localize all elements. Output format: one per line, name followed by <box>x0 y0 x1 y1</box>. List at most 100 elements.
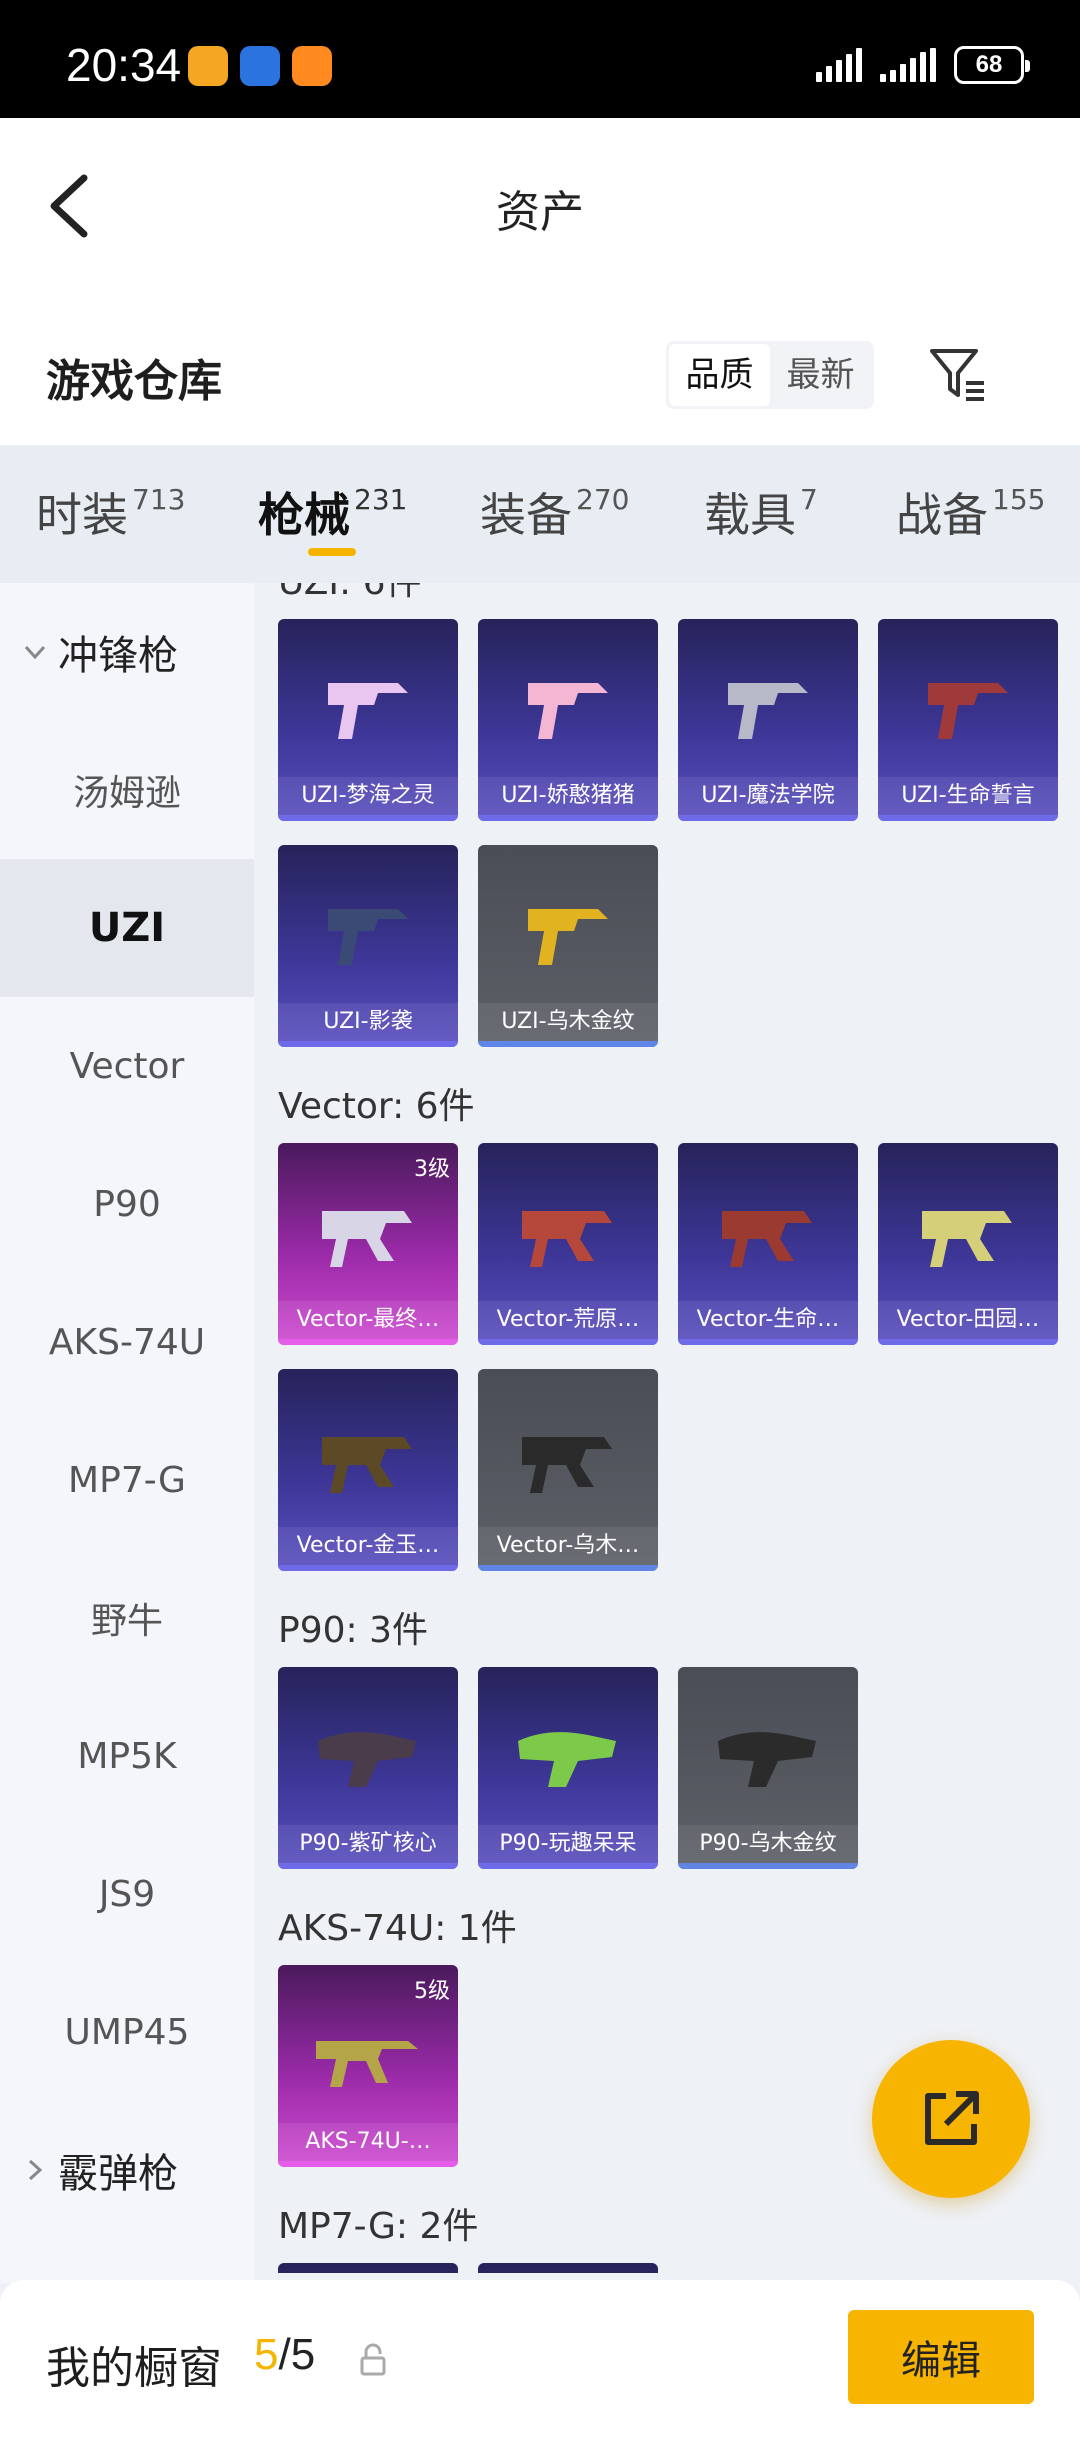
notification-app-icon <box>292 46 332 86</box>
smg-icon <box>328 683 408 739</box>
smg-icon <box>522 1211 612 1267</box>
notification-app-icon <box>240 46 280 86</box>
smg-icon <box>528 909 608 965</box>
section-label-vector: Vector: 6件 <box>278 1086 475 1127</box>
notification-app-icon <box>188 46 228 86</box>
weapon-card[interactable]: Vector-金玉… <box>278 1369 458 1571</box>
weapon-type-sidebar: 冲锋枪 汤姆逊 UZI Vector P90 AKS-74U MP7-G 野牛 … <box>0 583 254 2283</box>
sidebar-item-vector[interactable]: Vector <box>0 997 254 1135</box>
weapon-card[interactable] <box>478 2263 658 2273</box>
rifle-icon <box>316 2041 418 2087</box>
smg-icon <box>328 909 408 965</box>
weapon-name: UZI-影袭 <box>278 1003 458 1041</box>
chevron-right-icon <box>28 2159 43 2181</box>
signal-icon <box>816 48 862 82</box>
weapon-name: P90-紫矿核心 <box>278 1825 458 1863</box>
smg-icon <box>718 1732 816 1787</box>
tab-vehicles[interactable]: 载具 7 <box>704 479 818 545</box>
chevron-down-icon <box>24 645 46 660</box>
status-app-icons <box>188 46 332 86</box>
battery-icon: 68 <box>954 46 1030 84</box>
weapon-card[interactable]: 3级 Vector-最终… <box>278 1143 458 1345</box>
weapon-name: UZI-魔法学院 <box>678 777 858 815</box>
weapon-name: P90-玩趣呆呆 <box>478 1825 658 1863</box>
section-label-mp7g: MP7-G: 2件 <box>278 2206 479 2247</box>
weapon-card[interactable]: UZI-娇憨猪猪 <box>478 619 658 821</box>
smg-icon <box>522 1437 612 1493</box>
showcase-label: 我的橱窗 <box>46 2343 222 2394</box>
weapon-name: UZI-梦海之灵 <box>278 777 458 815</box>
weapon-card[interactable]: Vector-荒原… <box>478 1143 658 1345</box>
category-tabs: 时装 713 枪械 231 装备 270 载具 7 战备 155 <box>0 445 1080 583</box>
section-label-aks74u: AKS-74U: 1件 <box>278 1908 517 1949</box>
signal-icon <box>880 48 936 82</box>
page-title: 资产 <box>496 187 584 238</box>
sidebar-item-thompson[interactable]: 汤姆逊 <box>0 721 254 859</box>
weapon-card[interactable]: 5级 AKS-74U-… <box>278 1965 458 2167</box>
edit-button[interactable]: 编辑 <box>848 2310 1034 2404</box>
weapon-card[interactable]: Vector-田园… <box>878 1143 1058 1345</box>
tab-costume[interactable]: 时装 713 <box>36 479 185 545</box>
weapon-card[interactable]: P90-紫矿核心 <box>278 1667 458 1869</box>
section-label-uzi: UZI: 6件 <box>278 583 421 605</box>
smg-icon <box>728 683 808 739</box>
smg-icon <box>528 683 608 739</box>
weapon-card[interactable] <box>278 2263 458 2273</box>
status-bar: 20:34 68 <box>0 0 1080 118</box>
tab-firearms[interactable]: 枪械 231 <box>258 479 407 545</box>
share-button[interactable] <box>872 2040 1030 2198</box>
sidebar-item-ump45[interactable]: UMP45 <box>0 1963 254 2101</box>
smg-icon <box>518 1732 616 1787</box>
weapon-card[interactable]: Vector-乌木… <box>478 1369 658 1571</box>
smg-icon <box>318 1732 416 1787</box>
warehouse-title: 游戏仓库 <box>46 356 222 407</box>
smg-icon <box>322 1437 412 1493</box>
sidebar-item-uzi[interactable]: UZI <box>0 859 254 997</box>
weapon-card[interactable]: P90-玩趣呆呆 <box>478 1667 658 1869</box>
sidebar-item-js9[interactable]: JS9 <box>0 1825 254 1963</box>
active-tab-indicator <box>308 548 356 556</box>
sidebar-group-shotgun[interactable]: 霰弹枪 <box>0 2101 254 2239</box>
showcase-bar: 我的橱窗 5/5 编辑 <box>0 2280 1080 2438</box>
weapon-name: AKS-74U-… <box>278 2123 458 2161</box>
share-icon <box>925 2091 979 2145</box>
sidebar-item-mp5k[interactable]: MP5K <box>0 1687 254 1825</box>
smg-icon <box>922 1211 1012 1267</box>
weapon-card[interactable]: UZI-魔法学院 <box>678 619 858 821</box>
warehouse-header: 游戏仓库 品质 最新 <box>0 293 1080 445</box>
filter-icon <box>930 349 984 401</box>
smg-icon <box>322 1211 412 1267</box>
showcase-count: 5/5 <box>254 2330 316 2379</box>
weapon-card[interactable]: UZI-影袭 <box>278 845 458 1047</box>
weapon-name: Vector-金玉… <box>278 1527 458 1565</box>
weapon-card[interactable]: UZI-乌木金纹 <box>478 845 658 1047</box>
sidebar-item-aks74u[interactable]: AKS-74U <box>0 1273 254 1411</box>
weapon-name: Vector-最终… <box>278 1301 458 1339</box>
filter-button[interactable] <box>926 343 990 407</box>
weapon-name: Vector-荒原… <box>478 1301 658 1339</box>
weapon-name: Vector-田园… <box>878 1301 1058 1339</box>
sort-option-quality[interactable]: 品质 <box>669 344 770 406</box>
tab-equipment[interactable]: 装备 270 <box>480 479 629 545</box>
sort-option-latest[interactable]: 最新 <box>770 344 871 406</box>
page-header: 资产 <box>0 118 1080 293</box>
smg-icon <box>722 1211 812 1267</box>
weapon-name: UZI-娇憨猪猪 <box>478 777 658 815</box>
sidebar-group-smg[interactable]: 冲锋枪 <box>0 583 254 721</box>
sort-toggle: 品质 最新 <box>666 341 874 409</box>
tab-supplies[interactable]: 战备 155 <box>896 479 1045 545</box>
weapon-card[interactable]: UZI-梦海之灵 <box>278 619 458 821</box>
sidebar-item-bison[interactable]: 野牛 <box>0 1549 254 1687</box>
weapon-name: UZI-乌木金纹 <box>478 1003 658 1041</box>
sidebar-item-p90[interactable]: P90 <box>0 1135 254 1273</box>
weapon-name: UZI-生命誓言 <box>878 777 1058 815</box>
weapon-card[interactable]: P90-乌木金纹 <box>678 1667 858 1869</box>
status-time: 20:34 <box>66 39 182 91</box>
weapon-card[interactable]: UZI-生命誓言 <box>878 619 1058 821</box>
weapon-card[interactable]: Vector-生命… <box>678 1143 858 1345</box>
smg-icon <box>928 683 1008 739</box>
section-label-p90: P90: 3件 <box>278 1610 428 1651</box>
weapon-name: P90-乌木金纹 <box>678 1825 858 1863</box>
sidebar-item-mp7g[interactable]: MP7-G <box>0 1411 254 1549</box>
lock-icon <box>360 2343 386 2376</box>
